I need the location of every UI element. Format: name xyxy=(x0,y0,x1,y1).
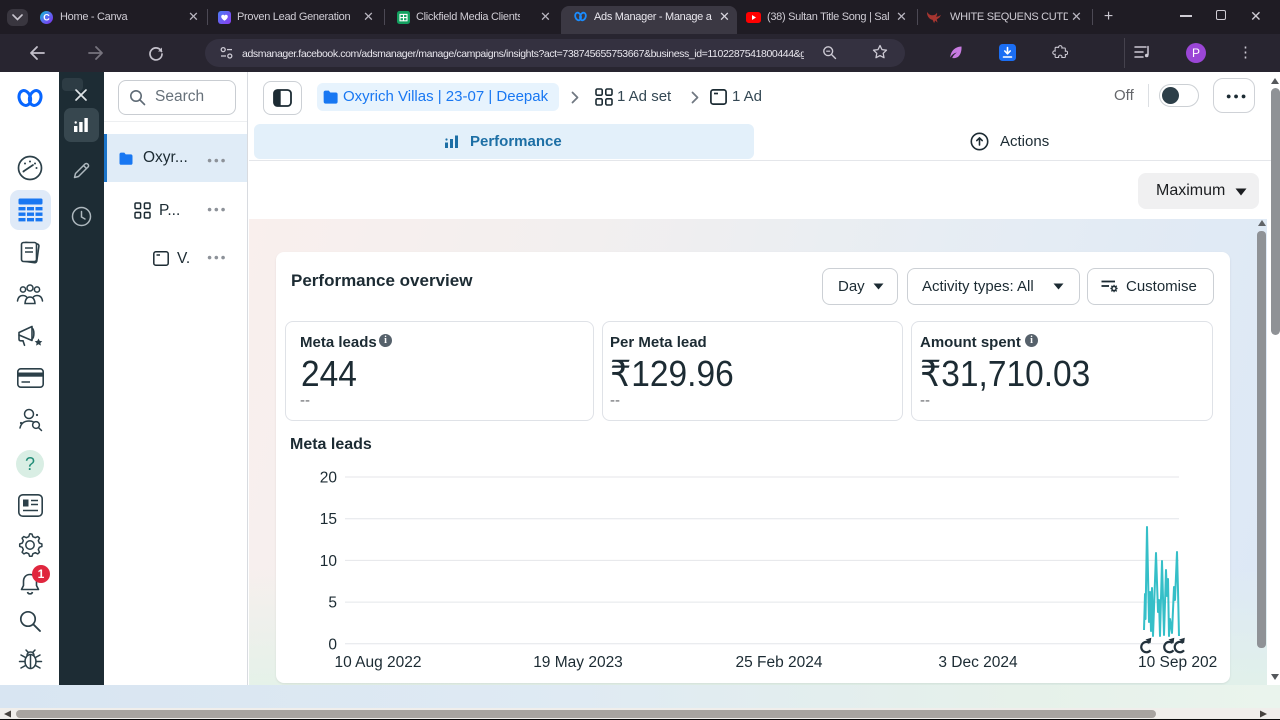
svg-text:10 Aug 2022: 10 Aug 2022 xyxy=(334,654,421,671)
svg-text:0: 0 xyxy=(328,636,337,653)
svg-text:25 Feb 2024: 25 Feb 2024 xyxy=(735,654,822,671)
svg-text:10 Sep 202: 10 Sep 202 xyxy=(1138,654,1217,671)
svg-text:20: 20 xyxy=(320,470,338,487)
svg-text:19 May 2023: 19 May 2023 xyxy=(533,654,623,671)
svg-text:15: 15 xyxy=(320,511,337,528)
svg-text:5: 5 xyxy=(328,595,337,612)
svg-text:10: 10 xyxy=(320,553,338,570)
svg-text:C: C xyxy=(43,13,50,23)
svg-text:3 Dec 2024: 3 Dec 2024 xyxy=(938,654,1018,671)
